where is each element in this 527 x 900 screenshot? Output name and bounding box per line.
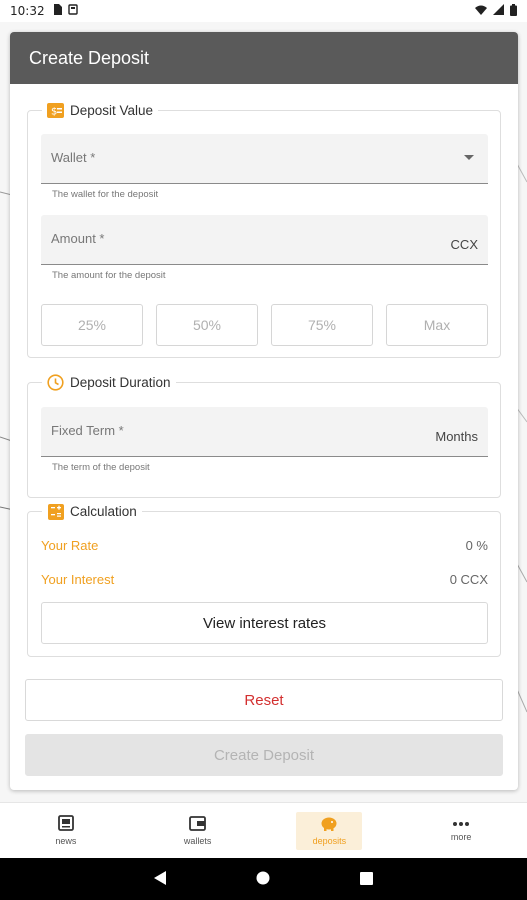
deposit-value-legend: $ Deposit Value: [42, 102, 159, 119]
fixed-term-hint: The term of the deposit: [52, 462, 150, 473]
nav-item-wallets[interactable]: wallets: [165, 812, 231, 850]
recents-icon[interactable]: [360, 870, 373, 889]
amount-field[interactable]: Amount * CCX: [41, 215, 488, 265]
create-deposit-card: Create Deposit $ Deposit Value Wallet * …: [10, 32, 518, 790]
deposit-duration-legend: Deposit Duration: [42, 374, 176, 391]
percent-50-button[interactable]: 50%: [156, 304, 258, 346]
calculation-section: Calculation Your Rate 0 % Your Interest …: [27, 503, 501, 657]
deposit-value-section: $ Deposit Value Wallet * The wallet for …: [27, 102, 501, 358]
money-icon: $: [47, 102, 64, 119]
nav-item-news[interactable]: news: [33, 812, 99, 850]
percent-buttons: 25% 50% 75% Max: [41, 304, 488, 346]
page-title-bar: Create Deposit: [10, 32, 518, 84]
nav-item-deposits[interactable]: deposits: [296, 811, 363, 850]
chevron-down-icon: [464, 155, 474, 160]
view-interest-rates-button[interactable]: View interest rates: [41, 602, 488, 644]
nav-label-news: news: [55, 836, 77, 846]
home-icon[interactable]: [256, 870, 270, 889]
nav-label-more: more: [450, 832, 472, 842]
news-icon: [57, 815, 74, 833]
calculator-icon: [47, 503, 64, 520]
deposit-value-title: Deposit Value: [70, 103, 154, 118]
wifi-icon: [475, 4, 487, 18]
back-icon[interactable]: [154, 870, 166, 889]
calculation-legend: Calculation: [42, 503, 142, 520]
interest-label: Your Interest: [41, 572, 115, 587]
more-icon: [453, 819, 470, 829]
system-navigation-bar: [0, 858, 527, 900]
fixed-term-unit: Months: [435, 429, 478, 444]
piggy-bank-icon: [320, 815, 338, 833]
signal-icon: [493, 4, 504, 18]
nav-label-wallets: wallets: [183, 835, 212, 846]
create-deposit-button[interactable]: Create Deposit: [25, 734, 503, 776]
interest-row: Your Interest 0 CCX: [41, 572, 488, 587]
percent-25-button[interactable]: 25%: [41, 304, 143, 346]
nav-item-more[interactable]: more: [428, 812, 494, 850]
amount-label: Amount *: [51, 231, 105, 246]
percent-75-button[interactable]: 75%: [271, 304, 373, 346]
wallet-hint: The wallet for the deposit: [52, 189, 159, 200]
amount-hint: The amount for the deposit: [52, 270, 166, 281]
svg-text:$: $: [51, 107, 57, 118]
wallet-select[interactable]: Wallet *: [41, 134, 488, 184]
status-bar: 10:32: [0, 0, 527, 22]
calculation-title: Calculation: [70, 504, 137, 519]
interest-value: 0 CCX: [449, 572, 488, 587]
amount-currency: CCX: [450, 237, 478, 252]
status-time: 10:32: [10, 4, 45, 18]
nav-label-deposits: deposits: [312, 836, 347, 846]
page-title: Create Deposit: [29, 47, 150, 68]
battery-icon: [510, 3, 517, 19]
wallet-icon: [189, 815, 207, 833]
storage-icon: [67, 4, 78, 18]
rate-label: Your Rate: [41, 538, 99, 553]
sim-icon: [53, 4, 62, 18]
deposit-duration-title: Deposit Duration: [70, 375, 171, 390]
clock-icon: [47, 374, 64, 391]
reset-button[interactable]: Reset: [25, 679, 503, 721]
fixed-term-field[interactable]: Fixed Term * Months: [41, 407, 488, 457]
wallet-label: Wallet *: [51, 150, 96, 165]
max-button[interactable]: Max: [386, 304, 488, 346]
rate-row: Your Rate 0 %: [41, 538, 488, 553]
deposit-duration-section: Deposit Duration Fixed Term * Months The…: [27, 374, 501, 498]
bottom-navigation: news wallets deposits more: [0, 802, 527, 858]
rate-value: 0 %: [465, 538, 488, 553]
fixed-term-label: Fixed Term *: [51, 423, 124, 438]
